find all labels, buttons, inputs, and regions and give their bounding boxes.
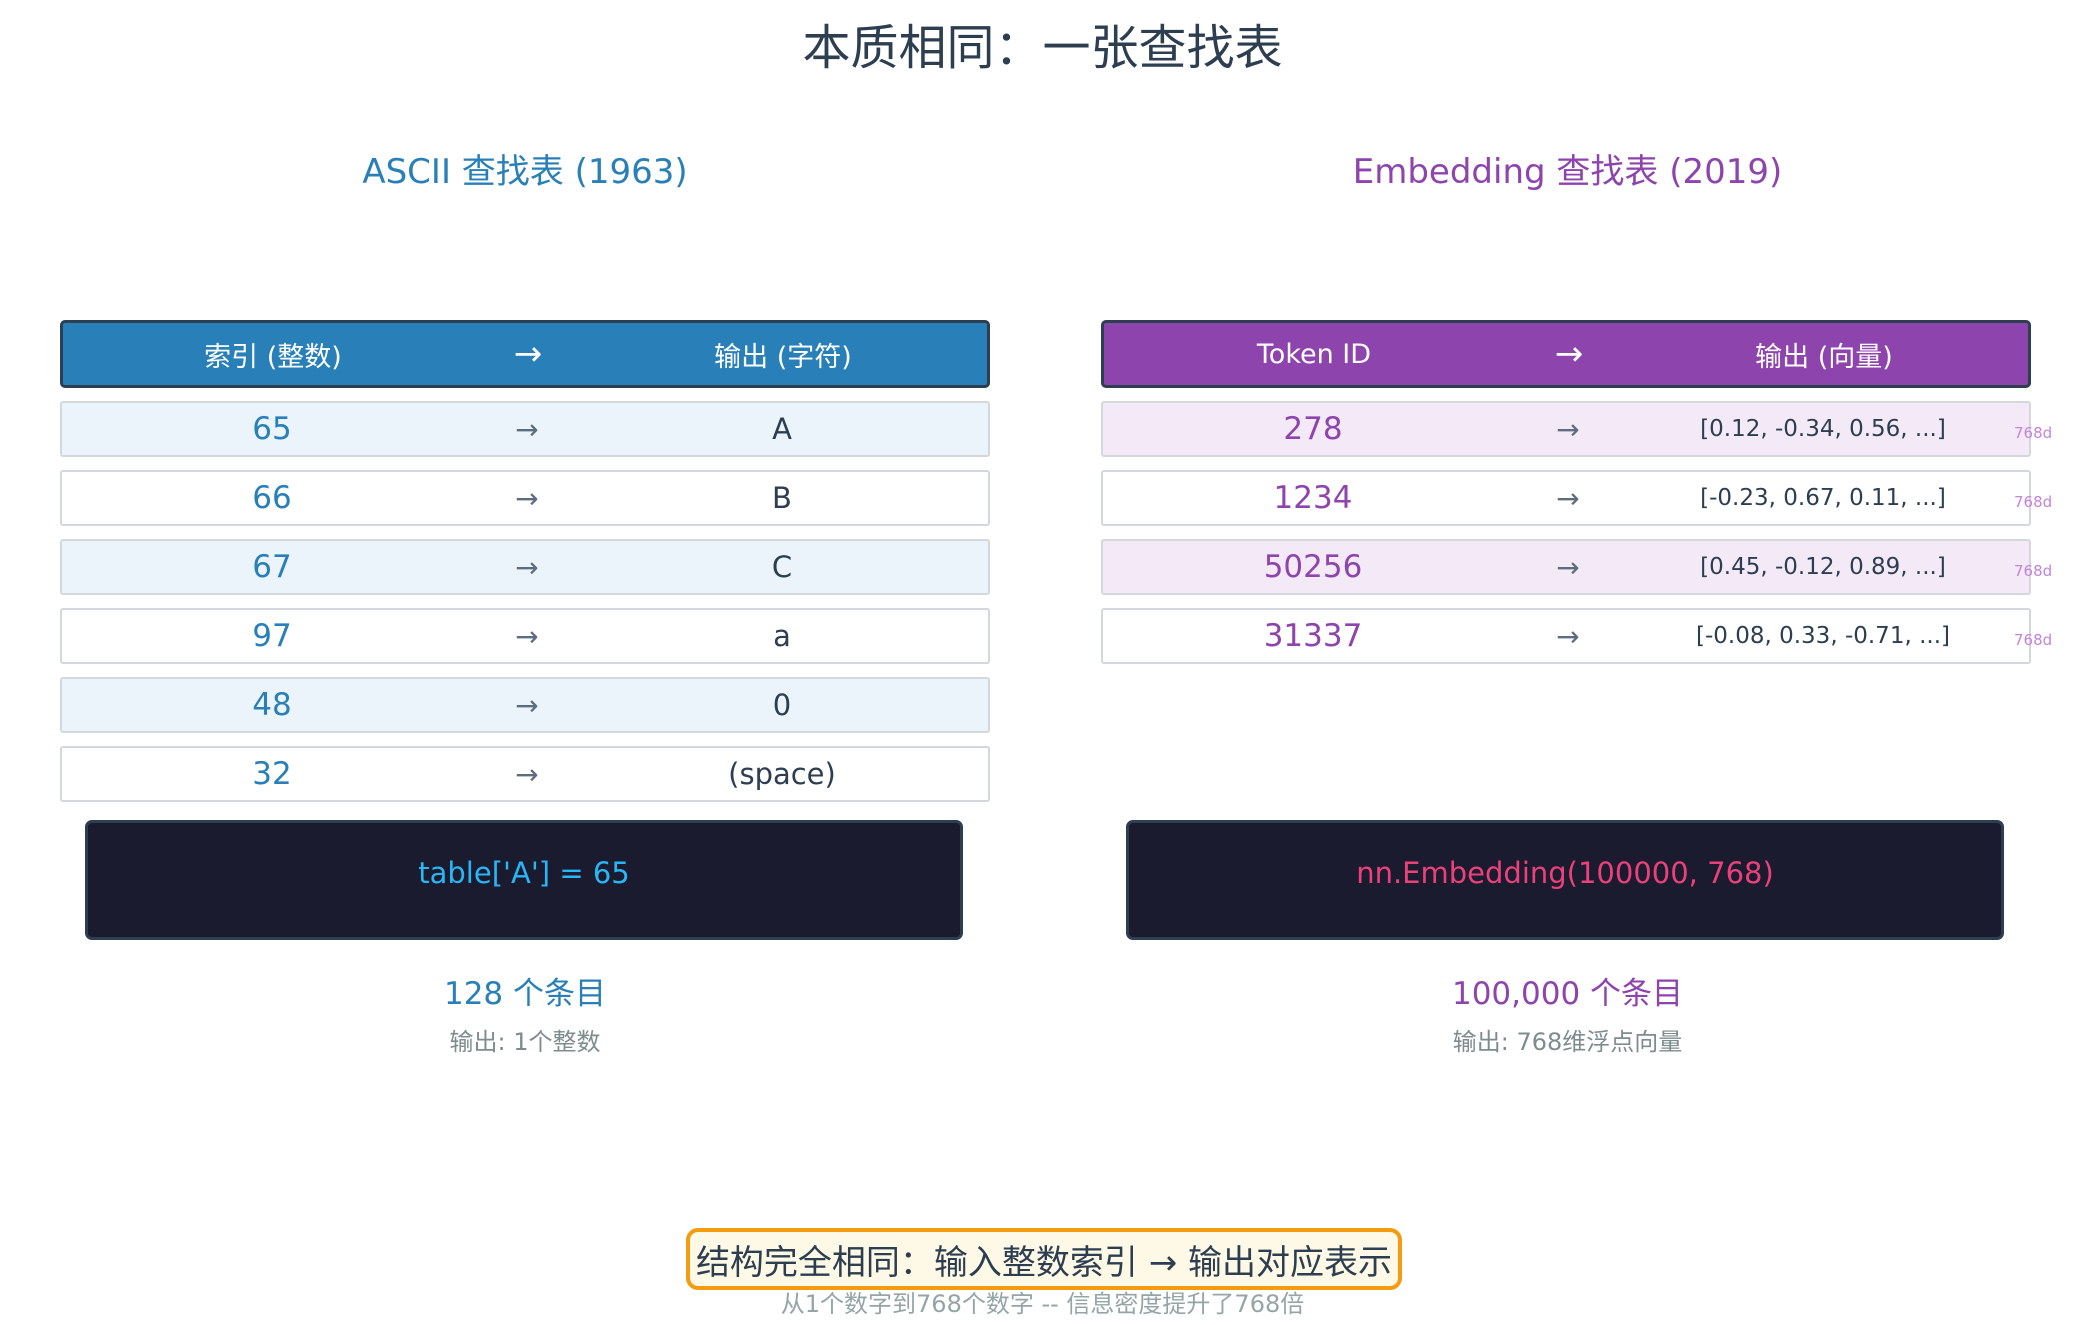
arrow-icon: → xyxy=(515,412,539,446)
row-index: 48 xyxy=(252,687,292,723)
row-output: (space) xyxy=(728,757,836,791)
arrow-icon: → xyxy=(515,757,539,791)
table-row: 48 → 0 xyxy=(60,677,990,733)
row-output: A xyxy=(772,412,792,446)
row-vector: [-0.08, 0.33, -0.71, ...] xyxy=(1696,623,1950,649)
row-output: C xyxy=(771,550,793,584)
arrow-icon: → xyxy=(515,550,539,584)
row-index: 65 xyxy=(252,411,292,447)
ascii-table-title: ASCII 查找表 (1963) xyxy=(362,152,688,192)
embedding-table-title: Embedding 查找表 (2019) xyxy=(1352,152,1783,192)
table-row: 65 → A xyxy=(60,401,990,457)
table-row: 278 → [0.12, -0.34, 0.56, ...] xyxy=(1101,401,2031,457)
arrow-icon: → xyxy=(515,481,539,515)
row-output: a xyxy=(773,619,791,653)
row-token-id: 278 xyxy=(1283,411,1343,447)
ascii-code-snippet: table['A'] = 65 xyxy=(85,820,963,940)
header-output-label: 输出 (字符) xyxy=(714,341,852,373)
embedding-code-text: nn.Embedding(100000, 768) xyxy=(1356,856,1774,890)
header-output-label: 输出 (向量) xyxy=(1755,341,1893,373)
embedding-output-note: 输出: 768维浮点向量 xyxy=(1452,1028,1683,1056)
table-row: 31337 → [-0.08, 0.33, -0.71, ...] xyxy=(1101,608,2031,664)
arrow-icon: → xyxy=(515,619,539,653)
row-index: 67 xyxy=(252,549,292,585)
footnote: 从1个数字到768个数字 -- 信息密度提升了768倍 xyxy=(780,1290,1305,1318)
arrow-icon: → xyxy=(515,688,539,722)
arrow-icon: → xyxy=(1556,619,1580,653)
table-row: 97 → a xyxy=(60,608,990,664)
arrow-icon: → xyxy=(1556,412,1580,446)
embedding-entry-count: 100,000 个条目 xyxy=(1451,976,1684,1012)
header-token-id-label: Token ID xyxy=(1256,338,1372,370)
ascii-code-text: table['A'] = 65 xyxy=(418,856,630,890)
row-vector: [0.12, -0.34, 0.56, ...] xyxy=(1700,416,1946,442)
embedding-lookup-table: Token ID → 输出 (向量) 278 → [0.12, -0.34, 0… xyxy=(1101,320,2031,664)
embedding-code-snippet: nn.Embedding(100000, 768) xyxy=(1126,820,2004,940)
table-row: 32 → (space) xyxy=(60,746,990,802)
table-row: 50256 → [0.45, -0.12, 0.89, ...] xyxy=(1101,539,2031,595)
page-title: 本质相同：一张查找表 xyxy=(802,20,1283,76)
row-vector: [-0.23, 0.67, 0.11, ...] xyxy=(1700,485,1946,511)
arrow-icon: → xyxy=(1556,481,1580,515)
header-arrow-icon: → xyxy=(1554,334,1584,374)
conclusion-callout: 结构完全相同：输入整数索引 → 输出对应表示 xyxy=(686,1228,1402,1290)
ascii-entry-count: 128 个条目 xyxy=(443,976,607,1012)
arrow-icon: → xyxy=(1556,550,1580,584)
row-token-id: 50256 xyxy=(1263,549,1363,585)
dimension-tag: 768d xyxy=(2014,631,2053,649)
embedding-table-header: Token ID → 输出 (向量) xyxy=(1101,320,2031,388)
ascii-output-note: 输出: 1个整数 xyxy=(449,1028,601,1056)
ascii-table-header: 索引 (整数) → 输出 (字符) xyxy=(60,320,990,388)
row-output: B xyxy=(772,481,792,515)
row-index: 97 xyxy=(252,618,292,654)
header-index-label: 索引 (整数) xyxy=(204,341,342,373)
conclusion-text: 结构完全相同：输入整数索引 → 输出对应表示 xyxy=(695,1242,1393,1283)
row-index: 32 xyxy=(252,756,292,792)
ascii-lookup-table: 索引 (整数) → 输出 (字符) 65 → A 66 → B 67 → C 9… xyxy=(60,320,990,802)
table-row: 66 → B xyxy=(60,470,990,526)
row-vector: [0.45, -0.12, 0.89, ...] xyxy=(1700,554,1946,580)
table-row: 67 → C xyxy=(60,539,990,595)
table-row: 1234 → [-0.23, 0.67, 0.11, ...] xyxy=(1101,470,2031,526)
row-output: 0 xyxy=(772,688,792,722)
row-index: 66 xyxy=(252,480,292,516)
dimension-tag: 768d xyxy=(2014,493,2053,511)
dimension-tag: 768d xyxy=(2014,562,2053,580)
header-arrow-icon: → xyxy=(513,334,543,374)
row-token-id: 31337 xyxy=(1263,618,1363,654)
dimension-tag: 768d xyxy=(2014,424,2053,442)
row-token-id: 1234 xyxy=(1273,480,1353,516)
